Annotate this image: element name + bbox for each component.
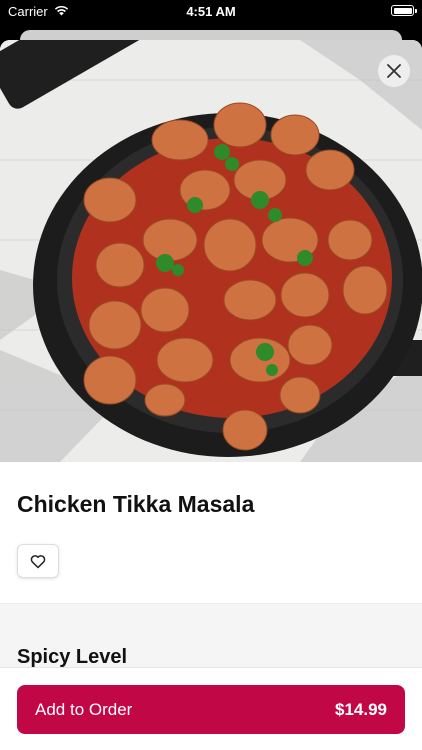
status-time: 4:51 AM bbox=[186, 4, 236, 19]
price-label: $14.99 bbox=[335, 699, 387, 719]
item-image bbox=[0, 40, 422, 462]
battery-icon bbox=[391, 5, 417, 16]
spicy-level-title: Spicy Level bbox=[17, 646, 128, 668]
close-button[interactable] bbox=[378, 55, 410, 87]
add-to-order-button[interactable]: Add to Order $14.99 bbox=[17, 685, 405, 734]
bottom-action-bar: Add to Order $14.99 bbox=[0, 667, 422, 750]
heart-icon bbox=[30, 554, 46, 568]
add-to-order-label: Add to Order bbox=[35, 699, 133, 719]
item-title: Chicken Tikka Masala bbox=[17, 491, 255, 517]
item-detail-sheet: Chicken Tikka Masala Spicy Level Add to … bbox=[0, 40, 422, 750]
status-bar: Carrier 4:51 AM bbox=[0, 0, 422, 26]
close-icon bbox=[387, 64, 401, 78]
favorite-button[interactable] bbox=[17, 544, 59, 578]
